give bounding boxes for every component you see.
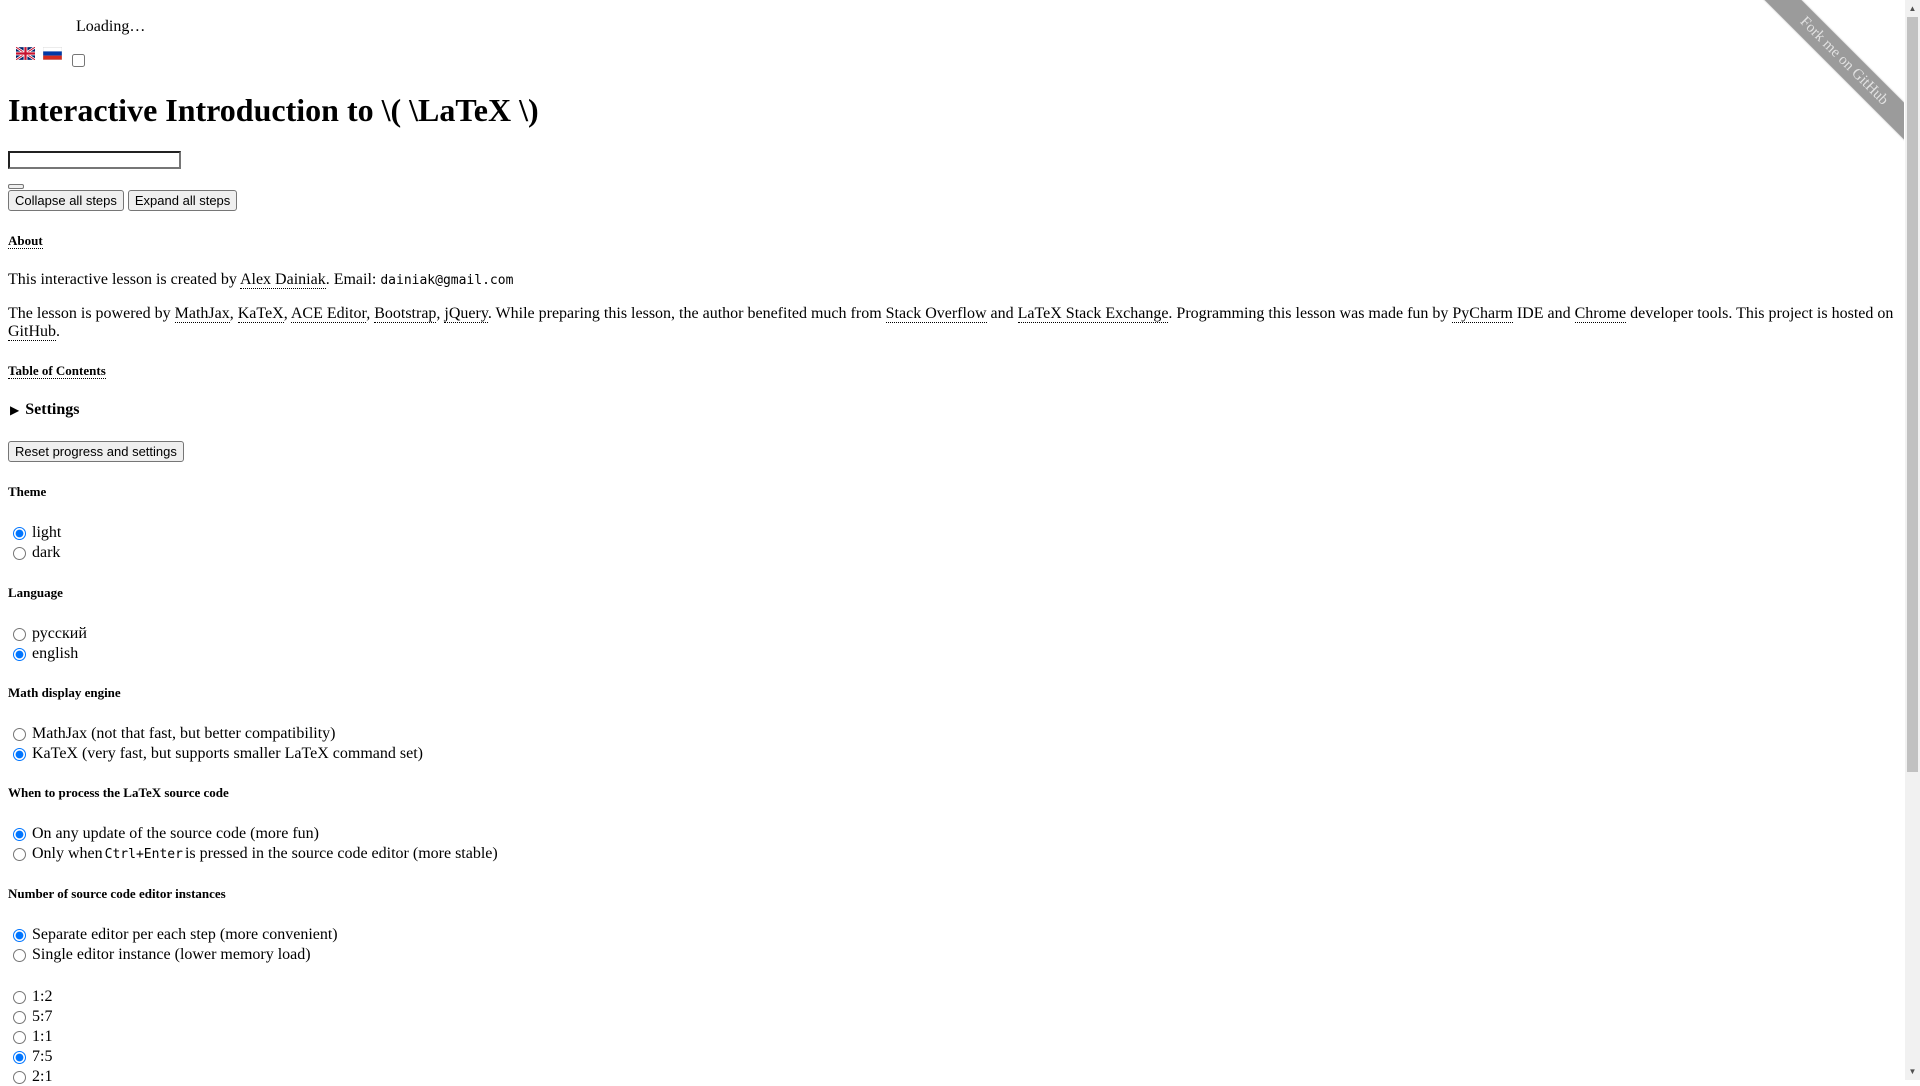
expand-all-button[interactable]: Expand all steps	[127, 190, 238, 211]
editors-radio-separate[interactable]	[13, 928, 26, 942]
scrollbar-thumb[interactable]	[1907, 17, 1918, 772]
language-flags	[15, 46, 63, 61]
ace-editor-link[interactable]: ACE Editor	[290, 305, 367, 323]
github-ribbon-text[interactable]: Fork me on GitHub	[1754, 0, 1904, 150]
process-option-any-update[interactable]: On any update of the source code (more f…	[13, 825, 319, 843]
small-toggle-button[interactable]	[8, 184, 24, 189]
ratio-option-7-5[interactable]: 7:5	[13, 1048, 52, 1066]
theme-radio-dark[interactable]	[13, 546, 26, 560]
toc-heading[interactable]: Table of Contents	[8, 363, 106, 379]
search-input[interactable]	[8, 151, 181, 169]
theme-option-light[interactable]: light	[13, 524, 61, 542]
editors-label: Number of source code editor instances	[8, 886, 226, 901]
language-option-russian[interactable]: русский	[13, 625, 87, 643]
ratio-option-2-1[interactable]: 2:1	[13, 1068, 52, 1086]
process-option-ctrl-enter[interactable]: Only when Ctrl+Enter is pressed in the s…	[13, 845, 498, 863]
jquery-link[interactable]: jQuery	[444, 305, 488, 323]
process-radio-any-update[interactable]	[13, 827, 26, 841]
process-label: When to process the LaTeX source code	[8, 785, 229, 800]
ratio-radio-5-7[interactable]	[13, 1010, 26, 1024]
scroll-down-arrow-icon[interactable]: ▼	[1905, 1063, 1920, 1080]
reset-progress-button[interactable]: Reset progress and settings	[8, 441, 184, 462]
math-engine-option-mathjax[interactable]: MathJax (not that fast, but better compa…	[13, 725, 335, 743]
author-email: dainiak@gmail.com	[380, 273, 514, 288]
editors-option-single[interactable]: Single editor instance (lower memory loa…	[13, 946, 311, 964]
theme-radio-light[interactable]	[13, 526, 26, 540]
about-credits-paragraph: The lesson is powered by MathJax, KaTeX,…	[8, 305, 1894, 341]
mathjax-link[interactable]: MathJax	[174, 305, 230, 323]
author-link[interactable]: Alex Dainiak	[239, 271, 326, 289]
github-ribbon[interactable]: Fork me on GitHub	[1754, 0, 1904, 150]
scroll-up-arrow-icon[interactable]: ▲	[1905, 0, 1920, 17]
about-author-paragraph: This interactive lesson is created by Al…	[8, 271, 514, 289]
language-label: Language	[8, 585, 63, 600]
expand-triangle-icon: ▶	[10, 402, 20, 417]
math-engine-option-katex[interactable]: KaTeX (very fast, but supports smaller L…	[13, 745, 423, 763]
language-radio-russian[interactable]	[13, 627, 26, 641]
katex-link[interactable]: KaTeX	[237, 305, 284, 323]
ratio-radio-2-1[interactable]	[13, 1070, 26, 1084]
bootstrap-link[interactable]: Bootstrap	[374, 305, 437, 323]
loading-text: Loading…	[76, 18, 146, 35]
theme-option-dark[interactable]: dark	[13, 544, 60, 562]
ratio-option-5-7[interactable]: 5:7	[13, 1008, 52, 1026]
about-heading[interactable]: About	[8, 233, 43, 249]
latex-stack-exchange-link[interactable]: LaTeX Stack Exchange	[1017, 305, 1169, 323]
language-option-english[interactable]: english	[13, 645, 78, 663]
ratio-option-1-2[interactable]: 1:2	[13, 988, 52, 1006]
settings-summary[interactable]: ▶ Settings	[8, 401, 79, 419]
uk-flag-icon[interactable]	[15, 46, 36, 61]
vertical-scrollbar[interactable]: ▲ ▼	[1905, 0, 1920, 1080]
top-checkbox[interactable]	[72, 54, 85, 67]
ratio-radio-1-2[interactable]	[13, 990, 26, 1004]
pycharm-link[interactable]: PyCharm	[1452, 305, 1513, 323]
math-engine-radio-katex[interactable]	[13, 747, 26, 761]
collapse-all-button[interactable]: Collapse all steps	[8, 190, 124, 211]
page-title: Interactive Introduction to \( \LaTeX \)	[8, 92, 539, 128]
ratio-option-1-1[interactable]: 1:1	[13, 1028, 52, 1046]
ratio-radio-7-5[interactable]	[13, 1050, 26, 1064]
ctrl-enter-key: Ctrl+Enter	[104, 846, 183, 862]
russia-flag-icon[interactable]	[42, 46, 63, 61]
math-engine-label: Math display engine	[8, 685, 121, 700]
editors-radio-single[interactable]	[13, 948, 26, 962]
editors-option-separate[interactable]: Separate editor per each step (more conv…	[13, 926, 338, 944]
math-engine-radio-mathjax[interactable]	[13, 727, 26, 741]
github-link[interactable]: GitHub	[8, 323, 56, 341]
language-radio-english[interactable]	[13, 647, 26, 661]
process-radio-ctrl-enter[interactable]	[13, 847, 26, 861]
stack-overflow-link[interactable]: Stack Overflow	[885, 305, 987, 323]
ratio-radio-1-1[interactable]	[13, 1030, 26, 1044]
chrome-link[interactable]: Chrome	[1574, 305, 1627, 323]
theme-label: Theme	[8, 484, 47, 499]
steps-toolbar: Collapse all steps Expand all steps	[8, 190, 238, 211]
